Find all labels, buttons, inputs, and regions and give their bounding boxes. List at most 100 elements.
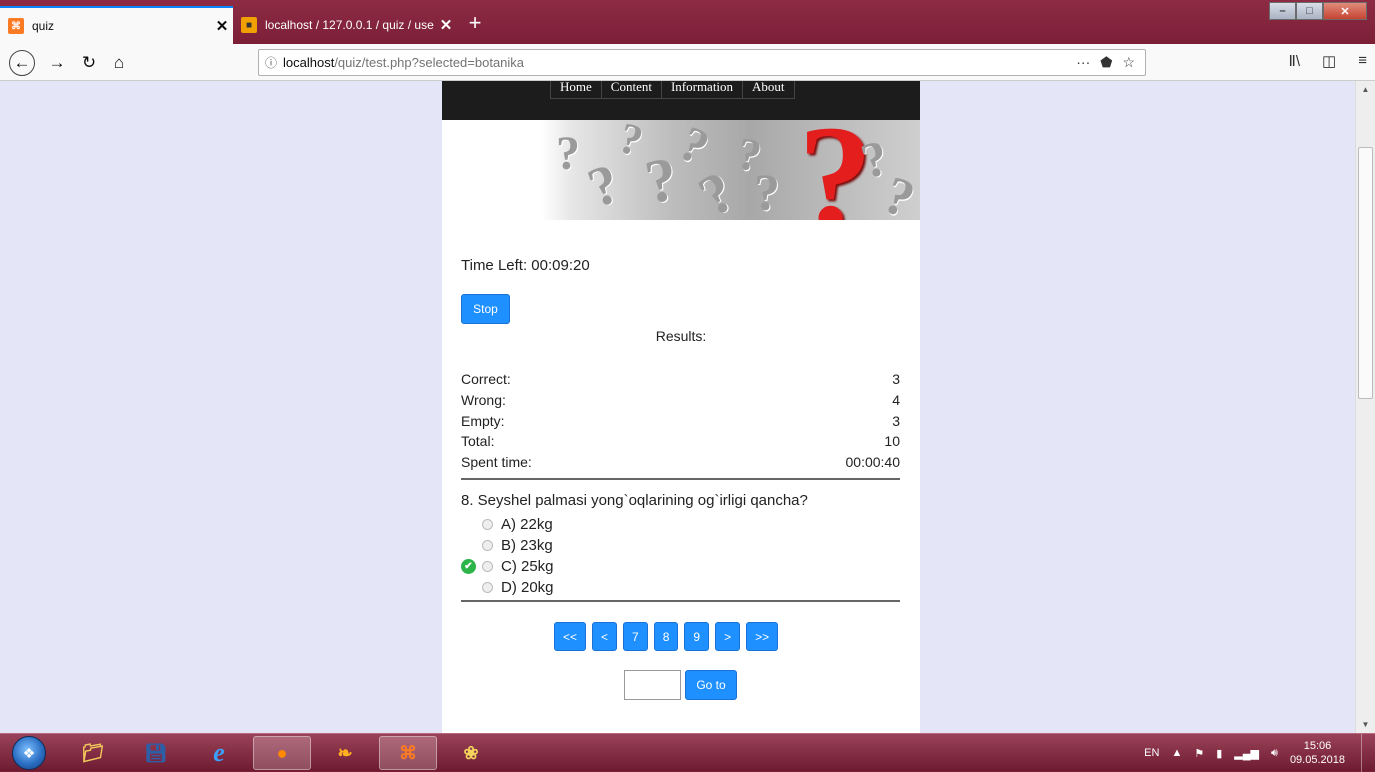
prev-page-button[interactable]: < [592,622,618,651]
stop-button[interactable]: Stop [461,294,510,324]
results-title: Results: [655,328,707,344]
home-button[interactable]: ⌂ [106,50,132,76]
menu-icon[interactable]: ≡ [1358,52,1367,70]
battery-icon[interactable]: ▮ [1216,747,1222,760]
language-indicator[interactable]: EN [1144,747,1159,759]
tab-phpmyadmin[interactable]: ■ localhost / 127.0.0.1 / quiz / use ✕ [233,6,457,44]
first-page-button[interactable]: << [554,622,587,651]
option-c[interactable]: ✔ C) 25kg [461,556,554,577]
page-actions-icon[interactable]: ··· [1076,54,1090,71]
bookmark-star-icon[interactable]: ☆ [1122,54,1135,71]
sidebar-icon[interactable]: ◫ [1322,52,1336,70]
goto-button[interactable]: Go to [685,670,737,700]
url-actions: ··· ⬟ ☆ [1076,54,1145,71]
menu-content[interactable]: Content [602,81,662,98]
option-a[interactable]: A) 22kg [461,514,554,535]
url-text[interactable]: localhost/quiz/test.php?selected=botanik… [283,55,1076,70]
info-icon[interactable]: ⓘ [259,54,283,71]
quiz-container: Home Content Information About ? ? ? ? ?… [442,81,920,733]
menu-about[interactable]: About [743,81,794,98]
paint-taskbar-icon[interactable]: ❀ [442,736,500,770]
start-button[interactable]: ❖ [12,736,46,770]
next-page-button[interactable]: > [715,622,741,651]
clock-date: 09.05.2018 [1289,754,1345,766]
stat-label: Spent time: [461,454,532,471]
menu-information[interactable]: Information [662,81,744,98]
option-d[interactable]: D) 20kg [461,577,554,598]
goto-input[interactable] [624,670,681,700]
tab-quiz[interactable]: ⌘ quiz ✕ [0,6,233,44]
stat-label: Correct: [461,371,511,387]
close-window-button[interactable]: ✕ [1323,2,1367,20]
arrow-left-icon: ← [13,53,31,72]
stat-value: 3 [892,412,900,429]
network-icon[interactable]: ▂▄▆ [1234,747,1259,760]
radio-button[interactable] [482,582,493,593]
browser-titlebar: ⌘ quiz ✕ ■ localhost / 127.0.0.1 / quiz … [0,0,1375,44]
firefox-taskbar-icon[interactable]: ● [253,736,311,770]
question-text: 8. Seyshel palmasi yong`oqlarining og`ir… [461,492,808,509]
page-7-button[interactable]: 7 [623,622,648,651]
scroll-down-icon[interactable]: ▼ [1356,720,1375,729]
radio-button[interactable] [482,540,493,551]
site-header: Home Content Information About [442,81,920,120]
phpmyadmin-icon: ■ [241,17,257,33]
answer-options: A) 22kg B) 23kg ✔ C) 25kg D) 20kg [461,514,554,598]
results-table: Correct: 3 Wrong: 4 Empty: 3 Total: 10 Spent… [461,369,900,473]
windows-logo-icon: ❖ [22,744,36,761]
back-button[interactable]: ← [9,50,35,76]
windows-taskbar: ❖ 📁︎ 💾︎ e ● ❧ ⌘ ❀ EN ▲ ⚑ ▮ ▂▄▆ 🔊︎ 15:06 … [0,733,1375,772]
system-tray: EN ▲ ⚑ ▮ ▂▄▆ 🔊︎ 15:06 09.05.2018 [1144,734,1367,772]
radio-button[interactable] [482,519,493,530]
scroll-up-icon[interactable]: ▲ [1356,85,1375,94]
url-bar[interactable]: ⓘ localhost/quiz/test.php?selected=botan… [258,49,1146,76]
pocket-icon[interactable]: ⬟ [1100,54,1112,71]
option-label: C) 25kg [501,558,554,575]
clock-time: 15:06 [1303,740,1332,752]
stat-value: 3 [892,371,900,387]
correct-check-icon: ✔ [461,559,476,574]
tray-expand-icon[interactable]: ▲ [1171,747,1182,759]
page-9-button[interactable]: 9 [684,622,710,651]
xampp-taskbar-icon[interactable]: ⌘ [379,736,437,770]
arrow-right-icon: → [48,53,66,72]
close-tab-icon[interactable]: ✕ [211,17,233,35]
stat-row-empty: Empty: 3 [461,411,900,432]
reload-icon: ↻ [81,53,97,72]
new-tab-button[interactable]: + [461,8,489,38]
option-label: A) 22kg [501,516,553,533]
stat-label: Total: [461,433,495,450]
minimize-button[interactable]: – [1269,2,1296,20]
close-tab-icon[interactable]: ✕ [435,16,457,34]
option-label: D) 20kg [501,579,554,596]
divider [461,600,900,602]
stat-row-total: Total: 10 [461,431,900,452]
save-disk-taskbar-icon[interactable]: 💾︎ [127,736,185,770]
page-viewport: Home Content Information About ? ? ? ? ?… [0,81,1355,733]
page-8-button[interactable]: 8 [653,622,679,651]
scroll-thumb[interactable] [1358,147,1373,399]
stat-row-wrong: Wrong: 4 [461,390,900,411]
home-icon: ⌂ [113,53,125,72]
explorer-taskbar-icon[interactable]: 📁︎ [64,736,122,770]
last-page-button[interactable]: >> [746,622,779,651]
library-icon[interactable]: Ⅱ\ [1288,52,1300,70]
radio-button[interactable] [482,561,493,572]
reload-button[interactable]: ↻ [76,50,102,76]
site-menu: Home Content Information About [550,81,795,99]
toolbar-right: Ⅱ\ ◫ ≡ [1288,52,1367,70]
stat-value: 00:00:40 [845,454,901,471]
menu-home[interactable]: Home [551,81,602,98]
forward-button[interactable]: → [44,50,70,76]
clock[interactable]: 15:06 09.05.2018 [1290,739,1345,767]
maximize-button[interactable]: □ [1296,2,1323,20]
option-b[interactable]: B) 23kg [461,535,554,556]
show-desktop-button[interactable] [1361,734,1375,772]
internet-explorer-taskbar-icon[interactable]: e [190,736,248,770]
browser-navbar: ← → ↻ ⌂ ⓘ localhost/quiz/test.php?select… [0,44,1375,81]
tab-title: localhost / 127.0.0.1 / quiz / use [265,18,434,32]
page-scrollbar[interactable]: ▲ ▼ [1355,81,1375,733]
action-center-flag-icon[interactable]: ⚑ [1194,747,1204,760]
uc-browser-taskbar-icon[interactable]: ❧ [316,736,374,770]
volume-icon[interactable]: 🔊︎ [1271,747,1278,760]
